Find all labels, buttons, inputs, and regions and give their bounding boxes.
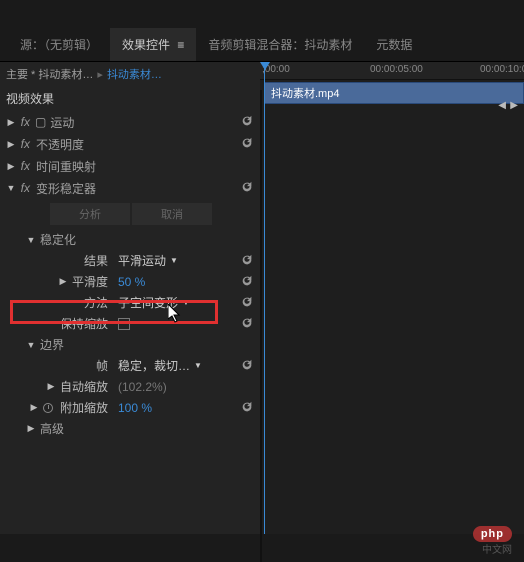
- chevron-right-icon[interactable]: ▶: [26, 423, 36, 434]
- chevron-down-icon[interactable]: ▼: [6, 183, 16, 193]
- tab-effect-controls-label: 效果控件: [122, 38, 170, 52]
- chevron-down-icon: ▼: [170, 256, 178, 265]
- extra-scale-value[interactable]: 100 %: [118, 401, 152, 415]
- frame-row: 帧 稳定，裁切… ▼: [0, 355, 260, 376]
- watermark-site: 中文网: [482, 541, 512, 556]
- reset-icon[interactable]: [240, 180, 254, 197]
- effect-opacity-label: 不透明度: [32, 136, 260, 153]
- chevron-down-icon: ▼: [194, 361, 202, 370]
- extra-scale-label: ▶ 附加缩放: [0, 399, 118, 416]
- chevron-down-icon[interactable]: ▼: [26, 340, 36, 350]
- stabilization-header-row[interactable]: ▼ 稳定化: [0, 229, 260, 250]
- smoothness-label: ▶ 平滑度: [0, 273, 118, 290]
- effect-time-remap-label: 时间重映射: [32, 158, 260, 175]
- method-label: 方法: [0, 294, 118, 311]
- chevron-down-icon[interactable]: ▼: [26, 235, 36, 245]
- tab-audio-mixer[interactable]: 音频剪辑混合器：抖动素材: [196, 28, 364, 61]
- effect-warp-stabilizer-row[interactable]: ▼ fx 变形稳定器: [0, 177, 260, 199]
- chevron-right-icon[interactable]: ▶: [6, 161, 16, 172]
- chevron-right-icon[interactable]: ▶: [29, 402, 39, 413]
- chevron-right-icon: ▸: [97, 68, 103, 81]
- frame-label: 帧: [0, 357, 118, 374]
- auto-scale-label: ▶ 自动缩放: [0, 378, 118, 395]
- column-divider[interactable]: [260, 90, 262, 562]
- advanced-header: 高级: [36, 420, 260, 437]
- chevron-right-icon[interactable]: ▶: [46, 381, 56, 392]
- auto-scale-value: (102.2%): [118, 380, 167, 394]
- stabilization-header: 稳定化: [36, 231, 260, 248]
- breadcrumb-main[interactable]: 主要 * 抖动素材…: [6, 66, 93, 82]
- properties-column: 主要 * 抖动素材… ▸ 抖动素材… 视频效果 ▶ fx ▢ 运动 ▶ fx 不…: [0, 62, 260, 534]
- warp-buttons: 分析 取消: [0, 199, 260, 229]
- stopwatch-icon[interactable]: [43, 403, 53, 413]
- tab-effect-controls[interactable]: 效果控件 ≡: [110, 28, 196, 61]
- preserve-scale-row: 保持缩放: [0, 313, 260, 334]
- reset-icon[interactable]: [240, 295, 254, 312]
- chevron-right-icon[interactable]: ▶: [6, 139, 16, 150]
- reset-icon[interactable]: [240, 358, 254, 375]
- nav-next-icon[interactable]: ▶: [510, 100, 518, 111]
- smoothness-label-text: 平滑度: [72, 273, 108, 290]
- watermark-brand: php: [481, 528, 504, 540]
- border-header: 边界: [36, 336, 260, 353]
- extra-scale-label-text: 附加缩放: [60, 399, 108, 416]
- preserve-scale-checkbox[interactable]: [118, 318, 130, 330]
- breadcrumb-clip[interactable]: 抖动素材…: [107, 66, 162, 82]
- time-tick: 00:00:10:0: [480, 64, 524, 75]
- tab-metadata[interactable]: 元数据: [364, 28, 424, 61]
- smoothness-value[interactable]: 50 %: [118, 275, 145, 289]
- effect-motion-row[interactable]: ▶ fx ▢ 运动: [0, 111, 260, 133]
- fx-badge-icon: fx: [16, 115, 32, 129]
- fx-badge-icon: fx: [16, 181, 32, 195]
- chevron-right-icon[interactable]: ▶: [6, 117, 16, 128]
- advanced-header-row[interactable]: ▶ 高级: [0, 418, 260, 439]
- result-value: 平滑运动: [118, 252, 166, 269]
- reset-icon[interactable]: [240, 400, 254, 417]
- nav-prev-icon[interactable]: ◀: [498, 100, 506, 111]
- preserve-scale-label: 保持缩放: [0, 315, 118, 332]
- section-video-effects: 视频效果: [0, 86, 260, 111]
- reset-icon[interactable]: [240, 274, 254, 291]
- frame-value: 稳定，裁切…: [118, 357, 190, 374]
- cancel-button[interactable]: 取消: [132, 203, 212, 225]
- extra-scale-row: ▶ 附加缩放 100 %: [0, 397, 260, 418]
- keyframe-empty-icon[interactable]: ▢: [35, 115, 46, 129]
- auto-scale-label-text: 自动缩放: [60, 378, 108, 395]
- breadcrumb: 主要 * 抖动素材… ▸ 抖动素材…: [0, 62, 260, 86]
- tab-source[interactable]: 源：（无剪辑）: [8, 28, 110, 61]
- reset-icon[interactable]: [240, 136, 254, 153]
- effect-motion-label: 运动: [46, 114, 260, 131]
- result-row: 结果 平滑运动 ▼: [0, 250, 260, 271]
- panel-menu-icon[interactable]: ≡: [177, 38, 184, 52]
- smoothness-row: ▶ 平滑度 50 %: [0, 271, 260, 292]
- auto-scale-row[interactable]: ▶ 自动缩放 (102.2%): [0, 376, 260, 397]
- reset-icon[interactable]: [240, 316, 254, 333]
- panel-body: 主要 * 抖动素材… ▸ 抖动素材… 视频效果 ▶ fx ▢ 运动 ▶ fx 不…: [0, 62, 524, 534]
- effect-opacity-row[interactable]: ▶ fx 不透明度: [0, 133, 260, 155]
- result-dropdown[interactable]: 平滑运动 ▼: [118, 252, 178, 269]
- playhead[interactable]: [264, 62, 265, 534]
- method-row: 方法 子空间变形 ▼: [0, 292, 260, 313]
- time-tick: 00:00:05:00: [370, 64, 423, 75]
- clip-bar[interactable]: 抖动素材.mp4: [264, 82, 524, 104]
- analyze-button[interactable]: 分析: [50, 203, 130, 225]
- reset-icon[interactable]: [240, 253, 254, 270]
- result-label: 结果: [0, 252, 118, 269]
- reset-icon[interactable]: [240, 114, 254, 131]
- frame-dropdown[interactable]: 稳定，裁切… ▼: [118, 357, 202, 374]
- fx-badge-icon: fx: [16, 159, 32, 173]
- panel-tabs: 源：（无剪辑） 效果控件 ≡ 音频剪辑混合器：抖动素材 元数据: [0, 28, 524, 62]
- fx-badge-icon: fx: [16, 137, 32, 151]
- cursor-icon: [168, 304, 184, 327]
- timeline-ruler[interactable]: ;00:00 00:00:05:00 00:00:10:0: [260, 62, 524, 80]
- effect-time-remap-row[interactable]: ▶ fx 时间重映射: [0, 155, 260, 177]
- watermark-badge: php: [473, 526, 512, 542]
- chevron-right-icon[interactable]: ▶: [58, 276, 68, 287]
- border-header-row[interactable]: ▼ 边界: [0, 334, 260, 355]
- effect-warp-stabilizer-label: 变形稳定器: [32, 180, 260, 197]
- timeline-column: ;00:00 00:00:05:00 00:00:10:0 抖动素材.mp4: [260, 62, 524, 534]
